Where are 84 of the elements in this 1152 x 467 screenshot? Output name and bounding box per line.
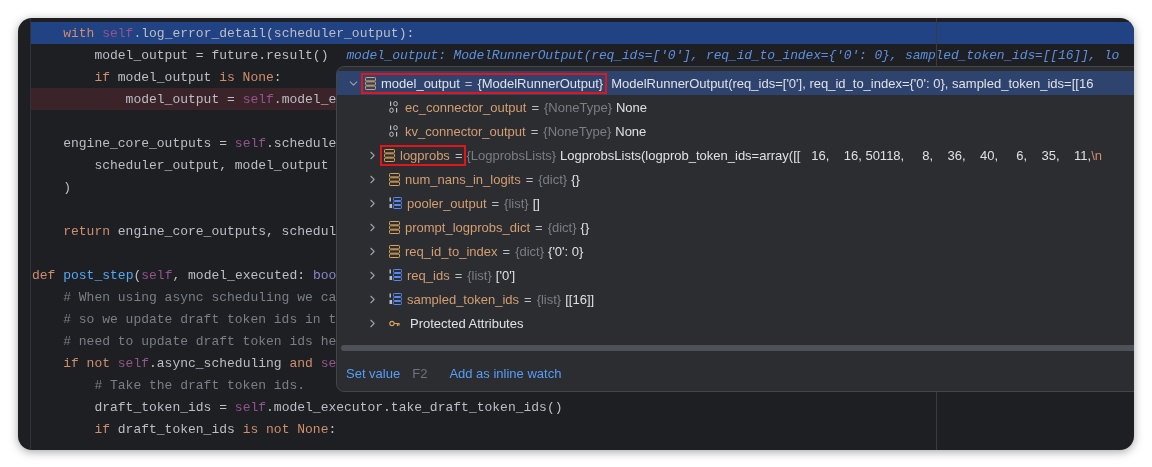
code-line: engine_core_outputs = self.schedule [63,135,337,151]
variable-name: logprobs [400,147,450,163]
variable-row[interactable]: req_ids = {list} ['0'] [337,263,1134,287]
stack-icon [389,244,400,258]
variable-value: ModelRunnerOutput(req_ids=['0'], req_id_to_index={'0': 0}, sampled_token_ids=[[16 [611,75,1094,91]
code-line: if not self.async_scheduling and se [63,355,337,371]
code-line: scheduler_output, model_output [94,157,329,173]
variable-row[interactable]: logprobs = {LogprobsLists} LogprobsLists(logprob_token_ids=array([[ 16, 16, 50118, 8, 36, 40, 6, 35, 11,\n [337,143,1134,167]
variable-type: {LogprobsLists} [466,147,557,163]
stack-icon [389,220,400,234]
code-line: draft_token_ids = self.model_executor.take_draft_token_ids() [94,399,563,415]
equals-sign: = [454,147,463,163]
equals-sign: = [524,291,532,307]
variable-type: {dict} [538,171,568,187]
variable-type: {dict} [547,219,577,235]
variable-row[interactable]: Protected Attributes [337,311,1134,335]
equals-sign: = [535,219,543,235]
stack-icon [384,148,395,162]
variable-type: {NoneType} [543,123,612,139]
code-line: return engine_core_outputs, schedul [63,223,337,239]
variable-name: req_id_to_index [405,243,498,259]
stack-icon [365,76,376,90]
variable-type: {dict} [515,243,545,259]
variable-name: num_nans_in_logits [405,171,521,187]
variable-type: {NoneType} [544,99,612,115]
equals-sign: = [531,99,540,115]
equals-sign: = [525,171,534,187]
inline-hint: model_output: ModelRunnerOutput(req_ids=['0'], req_id_to_index={'0': 0}, sampled_token_ids=[[16]], lo [346,47,1120,63]
variable-type: {list} [536,291,562,307]
variable-row[interactable]: req_id_to_index = {dict} {'0': 0} [337,239,1134,263]
code-line: # When using async scheduling we ca [63,289,337,305]
code-line: # need to update draft token ids he [63,333,337,349]
variable-row[interactable]: ec_connector_output = {NoneType} None [337,95,1134,119]
variable-value: [[16]] [565,291,595,307]
variable-value: None [616,99,648,115]
code-line: model_output = self.model_e [125,91,337,107]
variable-row[interactable]: prompt_logprobs_dict = {dict} {} [337,215,1134,239]
variable-type: {list} [467,267,492,283]
variable-row[interactable]: num_nans_in_logits = {dict} {} [337,167,1134,191]
variable-value: None [615,123,647,139]
variable-name: req_ids [407,267,450,283]
variable-row[interactable]: pooler_output = {list} [] [337,191,1134,215]
list-icon [389,293,402,305]
variable-row[interactable]: model_output = {ModelRunnerOutput} ModelRunnerOutput(req_ids=['0'], req_id_to_index={'0': 0}, sampled_token_ids=[[16 [337,71,1134,95]
code-line: model_output = future.result() [94,47,329,63]
variable-row[interactable]: kv_connector_output = {NoneType} None [337,119,1134,143]
variable-type: {ModelRunnerOutput} [477,75,604,91]
variable-name: ec_connector_output [405,99,527,115]
variable-value: [] [532,195,540,211]
scrollbar[interactable] [341,345,1134,351]
binary-icon [389,101,400,113]
equals-sign: = [491,195,500,211]
variable-name: sampled_token_ids [407,291,520,307]
code-line: ) [63,179,71,195]
variable-name: kv_connector_output [405,123,526,139]
code-line: with self.log_error_detail(scheduler_output): [63,25,415,41]
variable-value: {} [580,219,590,235]
key-icon [389,319,400,327]
action-link[interactable]: Set value [346,365,401,381]
stack-icon [389,172,400,186]
shortcut-label: F2 [412,365,428,381]
equals-sign: = [502,243,511,259]
variable-name: prompt_logprobs_dict [405,219,531,235]
code-line: if draft_token_ids is not None: [94,421,337,437]
list-icon [389,269,402,281]
variable-name: pooler_output [407,195,487,211]
variable-value: LogprobsLists(logprob_token_ids=array([[ 16, 16, 50118, 8, 36, 40, 6, 35, 11,\n [560,147,1102,163]
list-icon [389,197,402,209]
action-link[interactable]: Add as inline watch [449,365,562,381]
variable-value: ['0'] [495,267,516,283]
binary-icon [389,125,400,137]
code-line: # so we update draft token ids in t [63,311,337,327]
variable-value: {} [571,171,580,187]
group-label: Protected Attributes [410,315,524,331]
variable-row[interactable]: sampled_token_ids = {list} [[16]] [337,287,1134,311]
variable-value: {'0': 0} [548,243,584,259]
equals-sign: = [454,267,463,283]
equals-sign: = [464,75,473,91]
equals-sign: = [530,123,539,139]
code-line: if model_output is None: [94,69,282,85]
variable-name: model_output [381,75,460,91]
code-line: def post_step(self, model_executed: boo [32,267,337,283]
variable-type: {list} [504,195,529,211]
code-line: # Take the draft token ids. [94,377,306,393]
